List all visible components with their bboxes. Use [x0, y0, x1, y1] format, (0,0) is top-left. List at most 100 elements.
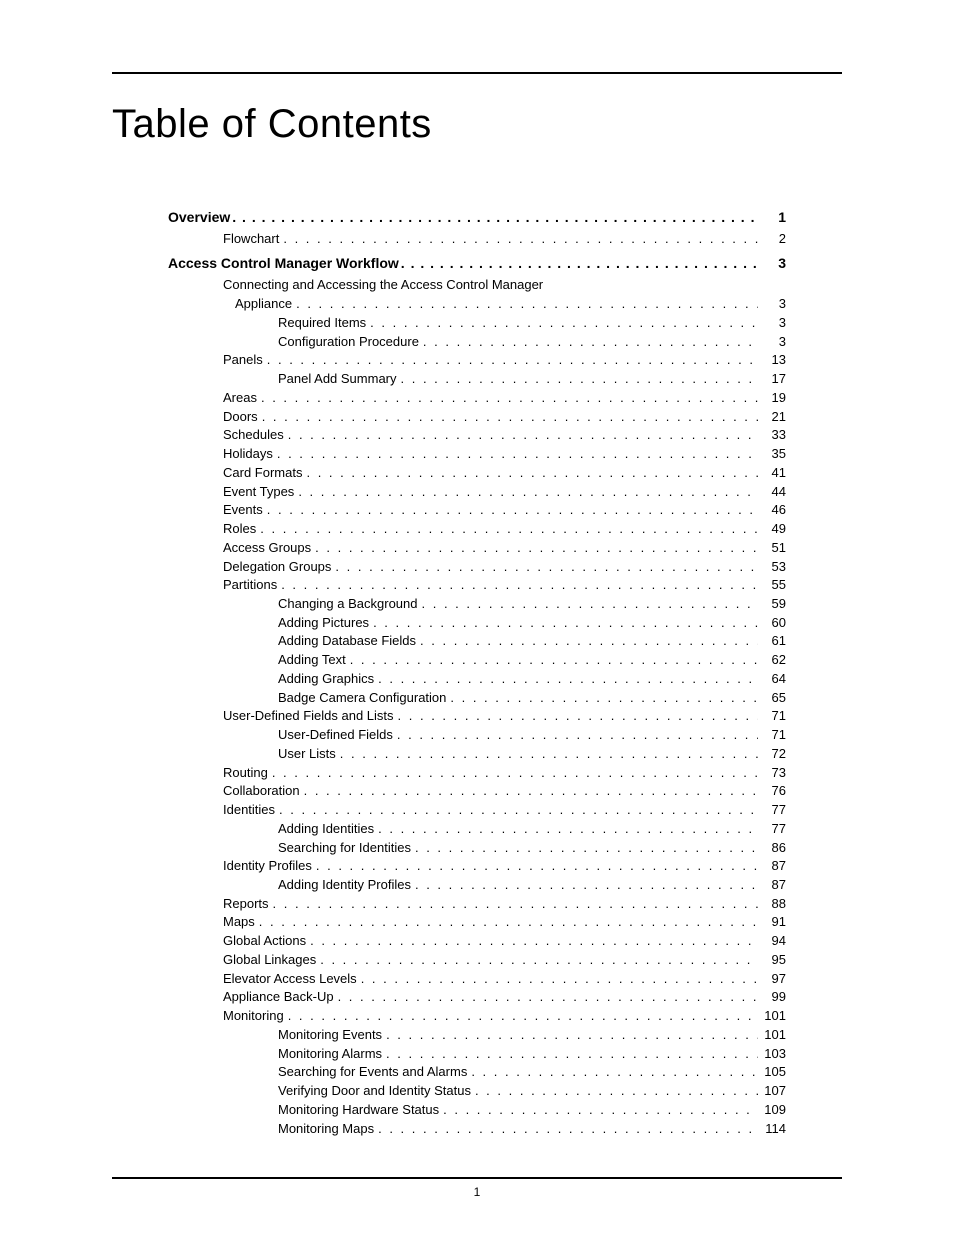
- toc-entry[interactable]: Monitoring Hardware Status. . . . . . . …: [168, 1100, 786, 1119]
- toc-entry[interactable]: Global Actions. . . . . . . . . . . . . …: [168, 932, 786, 951]
- toc-entry[interactable]: Searching for Identities. . . . . . . . …: [168, 838, 786, 857]
- toc-entry[interactable]: Areas. . . . . . . . . . . . . . . . . .…: [168, 388, 786, 407]
- toc-entry[interactable]: User Lists. . . . . . . . . . . . . . . …: [168, 744, 786, 763]
- toc-entry[interactable]: Configuration Procedure. . . . . . . . .…: [168, 332, 786, 351]
- toc-entry[interactable]: Monitoring Alarms. . . . . . . . . . . .…: [168, 1044, 786, 1063]
- toc-entry-label: Access Control Manager Workflow: [168, 254, 399, 273]
- toc-entry-page: 35: [758, 445, 786, 463]
- toc-entry-page: 19: [758, 389, 786, 407]
- toc-entry-label: Panels: [223, 351, 263, 369]
- toc-entry[interactable]: Roles. . . . . . . . . . . . . . . . . .…: [168, 519, 786, 538]
- toc-entry[interactable]: Access Groups. . . . . . . . . . . . . .…: [168, 538, 786, 557]
- page-number: 1: [0, 1185, 954, 1199]
- toc-entry[interactable]: Events. . . . . . . . . . . . . . . . . …: [168, 501, 786, 520]
- toc-entry-label: Collaboration: [223, 782, 300, 800]
- toc-entry[interactable]: Connecting and Accessing the Access Cont…: [168, 276, 786, 295]
- toc-entry-label: Configuration Procedure: [278, 333, 419, 351]
- toc-entry[interactable]: Reports. . . . . . . . . . . . . . . . .…: [168, 894, 786, 913]
- toc-entry[interactable]: Searching for Events and Alarms. . . . .…: [168, 1063, 786, 1082]
- toc-heading[interactable]: Access Control Manager Workflow. . . . .…: [168, 254, 786, 274]
- toc-entry-label: Areas: [223, 389, 257, 407]
- toc-entry-label: Maps: [223, 913, 255, 931]
- toc-entry-label: Verifying Door and Identity Status: [278, 1082, 471, 1100]
- toc-entry[interactable]: Event Types. . . . . . . . . . . . . . .…: [168, 482, 786, 501]
- toc-entry-page: 3: [758, 314, 786, 332]
- toc-entry[interactable]: Adding Graphics. . . . . . . . . . . . .…: [168, 669, 786, 688]
- toc-entry[interactable]: Required Items. . . . . . . . . . . . . …: [168, 313, 786, 332]
- toc-leader-dots: . . . . . . . . . . . . . . . . . . . . …: [230, 208, 758, 227]
- toc-entry[interactable]: Partitions. . . . . . . . . . . . . . . …: [168, 576, 786, 595]
- toc-entry[interactable]: Schedules. . . . . . . . . . . . . . . .…: [168, 426, 786, 445]
- toc-entry-page: 97: [758, 970, 786, 988]
- toc-entry-label: Searching for Events and Alarms: [278, 1063, 467, 1081]
- toc-entry-label: Identity Profiles: [223, 857, 312, 875]
- toc-entry-page: 53: [758, 558, 786, 576]
- toc-entry[interactable]: Maps. . . . . . . . . . . . . . . . . . …: [168, 913, 786, 932]
- toc-entry[interactable]: Delegation Groups. . . . . . . . . . . .…: [168, 557, 786, 576]
- toc-entry-label: Overview: [168, 208, 230, 227]
- toc-entry[interactable]: Identity Profiles. . . . . . . . . . . .…: [168, 857, 786, 876]
- toc-entry[interactable]: Doors. . . . . . . . . . . . . . . . . .…: [168, 407, 786, 426]
- toc-leader-dots: . . . . . . . . . . . . . . . . . . . . …: [394, 707, 758, 725]
- toc-entry-label: Delegation Groups: [223, 558, 331, 576]
- toc-entry-page: 105: [758, 1063, 786, 1081]
- toc-entry[interactable]: Monitoring. . . . . . . . . . . . . . . …: [168, 1007, 786, 1026]
- toc-entry[interactable]: Monitoring Maps. . . . . . . . . . . . .…: [168, 1119, 786, 1138]
- toc-entry[interactable]: Flowchart. . . . . . . . . . . . . . . .…: [168, 229, 786, 248]
- toc-entry-page: 21: [758, 408, 786, 426]
- toc-entry[interactable]: Holidays. . . . . . . . . . . . . . . . …: [168, 445, 786, 464]
- toc-entry-page: 33: [758, 426, 786, 444]
- toc-entry[interactable]: Collaboration. . . . . . . . . . . . . .…: [168, 782, 786, 801]
- toc-entry[interactable]: Adding Text. . . . . . . . . . . . . . .…: [168, 651, 786, 670]
- toc-entry-page: 41: [758, 464, 786, 482]
- toc-entry-label: Adding Identities: [278, 820, 374, 838]
- toc-entry[interactable]: Routing. . . . . . . . . . . . . . . . .…: [168, 763, 786, 782]
- toc-entry-label: Card Formats: [223, 464, 302, 482]
- toc-entry-label: Monitoring: [223, 1007, 284, 1025]
- toc-entry[interactable]: Card Formats. . . . . . . . . . . . . . …: [168, 463, 786, 482]
- toc-entry-page: 46: [758, 501, 786, 519]
- toc-entry-page: 1: [758, 208, 786, 227]
- toc-entry[interactable]: User-Defined Fields. . . . . . . . . . .…: [168, 726, 786, 745]
- toc-entry[interactable]: User-Defined Fields and Lists. . . . . .…: [168, 707, 786, 726]
- toc-entry[interactable]: Adding Identities. . . . . . . . . . . .…: [168, 819, 786, 838]
- toc-entry[interactable]: Adding Pictures. . . . . . . . . . . . .…: [168, 613, 786, 632]
- toc-leader-dots: . . . . . . . . . . . . . . . . . . . . …: [374, 670, 758, 688]
- toc-heading[interactable]: Overview. . . . . . . . . . . . . . . . …: [168, 207, 786, 227]
- toc-entry[interactable]: Adding Database Fields. . . . . . . . . …: [168, 632, 786, 651]
- toc-leader-dots: . . . . . . . . . . . . . . . . . . . . …: [258, 408, 758, 426]
- toc-leader-dots: . . . . . . . . . . . . . . . . . . . . …: [268, 764, 758, 782]
- toc-entry[interactable]: Badge Camera Configuration. . . . . . . …: [168, 688, 786, 707]
- toc-entry[interactable]: Verifying Door and Identity Status. . . …: [168, 1081, 786, 1100]
- toc-entry-label: Appliance: [223, 295, 292, 313]
- toc-entry-page: 101: [758, 1026, 786, 1044]
- toc-entry-page: 77: [758, 820, 786, 838]
- toc-entry-label: Adding Database Fields: [278, 632, 416, 650]
- toc-entry-page: 99: [758, 988, 786, 1006]
- toc-entry-page: 17: [758, 370, 786, 388]
- toc-entry[interactable]: Elevator Access Levels. . . . . . . . . …: [168, 969, 786, 988]
- toc-entry[interactable]: Identities. . . . . . . . . . . . . . . …: [168, 800, 786, 819]
- toc-entry[interactable]: Appliance Back-Up. . . . . . . . . . . .…: [168, 988, 786, 1007]
- toc-leader-dots: . . . . . . . . . . . . . . . . . . . . …: [419, 333, 758, 351]
- toc-entry[interactable]: Monitoring Events. . . . . . . . . . . .…: [168, 1025, 786, 1044]
- toc-entry[interactable]: Global Linkages. . . . . . . . . . . . .…: [168, 950, 786, 969]
- toc-entry-page: 3: [758, 333, 786, 351]
- toc-entry[interactable]: Adding Identity Profiles. . . . . . . . …: [168, 875, 786, 894]
- toc-leader-dots: . . . . . . . . . . . . . . . . . . . . …: [311, 539, 758, 557]
- toc-entry[interactable]: Panels. . . . . . . . . . . . . . . . . …: [168, 351, 786, 370]
- toc-entry-label: Badge Camera Configuration: [278, 689, 446, 707]
- toc-entry[interactable]: Panel Add Summary. . . . . . . . . . . .…: [168, 370, 786, 389]
- toc-entry-label: Event Types: [223, 483, 294, 501]
- toc-entry-label: Monitoring Alarms: [278, 1045, 382, 1063]
- toc-entry[interactable]: Appliance. . . . . . . . . . . . . . . .…: [168, 295, 786, 314]
- toc-entry-page: 3: [758, 254, 786, 273]
- toc-leader-dots: . . . . . . . . . . . . . . . . . . . . …: [382, 1045, 758, 1063]
- toc-entry[interactable]: Changing a Background. . . . . . . . . .…: [168, 594, 786, 613]
- toc-entry-label: Partitions: [223, 576, 277, 594]
- toc-entry-label: User-Defined Fields: [278, 726, 393, 744]
- toc-leader-dots: . . . . . . . . . . . . . . . . . . . . …: [446, 689, 758, 707]
- toc-entry-page: 62: [758, 651, 786, 669]
- toc-leader-dots: . . . . . . . . . . . . . . . . . . . . …: [306, 932, 758, 950]
- toc-leader-dots: . . . . . . . . . . . . . . . . . . . . …: [334, 988, 758, 1006]
